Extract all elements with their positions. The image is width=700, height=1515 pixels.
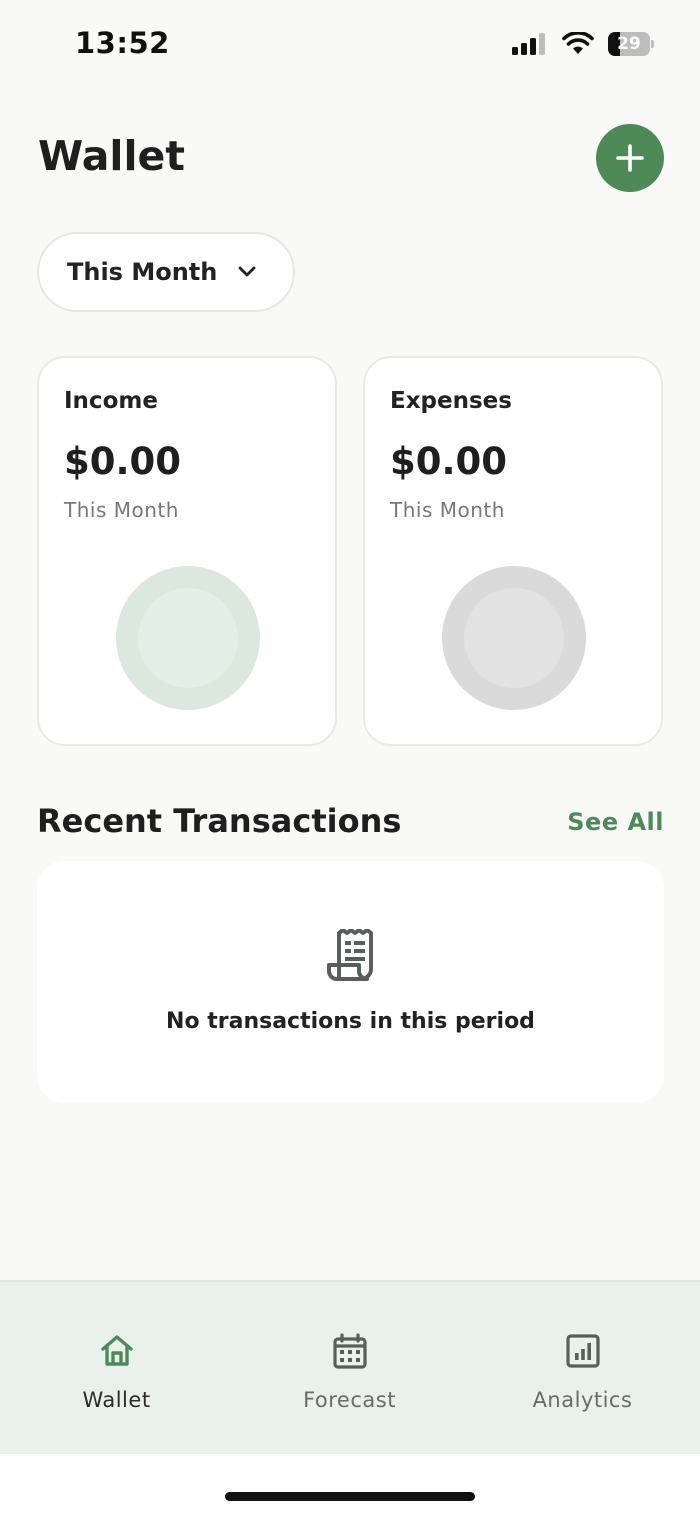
tab-analytics-label: Analytics: [532, 1388, 633, 1412]
income-ring-chart: [116, 566, 260, 710]
status-bar: 13:52 29: [0, 0, 700, 95]
expenses-card[interactable]: Expenses $0.00 This Month: [363, 356, 663, 746]
income-period: This Month: [64, 498, 179, 522]
tab-wallet[interactable]: Wallet: [0, 1282, 233, 1456]
transactions-empty-state: No transactions in this period: [37, 861, 664, 1103]
add-transaction-button[interactable]: [596, 124, 664, 192]
expenses-amount: $0.00: [390, 440, 508, 483]
cellular-signal-icon: [512, 33, 545, 55]
receipt-icon: [327, 929, 373, 981]
bottom-tab-bar: Wallet Forecast Analytics: [0, 1280, 700, 1454]
status-time: 13:52: [75, 26, 170, 60]
status-icons: 29: [512, 32, 654, 56]
expenses-ring-chart: [442, 566, 586, 710]
expenses-period: This Month: [390, 498, 505, 522]
income-amount: $0.00: [64, 440, 182, 483]
home-indicator-area: [0, 1454, 700, 1515]
tab-forecast-label: Forecast: [303, 1388, 396, 1412]
see-all-link[interactable]: See All: [567, 808, 664, 836]
bar-chart-icon: [566, 1334, 600, 1368]
wallet-screen: 13:52 29 Wallet This Month Income $0.00 …: [0, 0, 700, 1515]
tab-forecast[interactable]: Forecast: [233, 1282, 466, 1456]
expenses-title: Expenses: [390, 388, 512, 414]
battery-level: 29: [617, 34, 641, 54]
wifi-icon: [562, 32, 594, 54]
period-selected-value: This Month: [67, 258, 218, 286]
home-indicator[interactable]: [225, 1492, 475, 1501]
home-icon: [101, 1335, 133, 1366]
empty-message: No transactions in this period: [166, 1009, 535, 1034]
chevron-down-icon: [238, 266, 256, 277]
page-title: Wallet: [38, 132, 185, 180]
recent-transactions-title: Recent Transactions: [37, 802, 402, 840]
income-card[interactable]: Income $0.00 This Month: [37, 356, 337, 746]
plus-icon: [616, 144, 644, 172]
calendar-icon: [333, 1333, 367, 1369]
period-selector[interactable]: This Month: [37, 232, 295, 312]
income-title: Income: [64, 388, 158, 414]
tab-wallet-label: Wallet: [82, 1388, 151, 1412]
tab-analytics[interactable]: Analytics: [466, 1282, 699, 1456]
battery-icon: 29: [608, 32, 654, 56]
